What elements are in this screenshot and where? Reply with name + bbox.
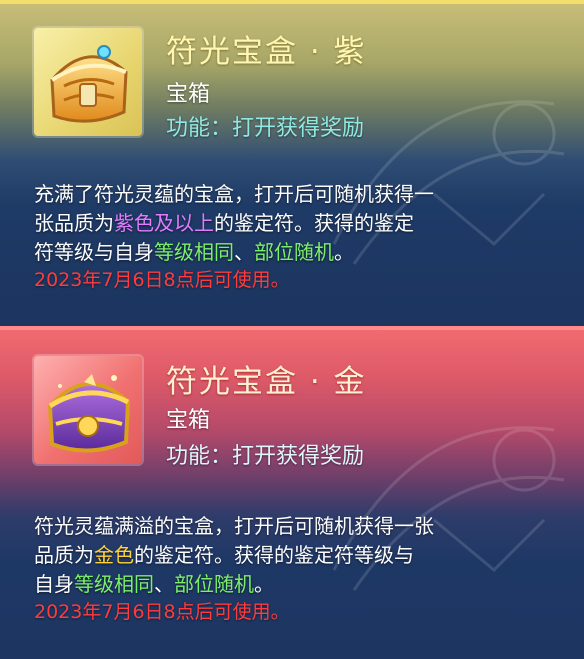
slot-highlight: 部位随机 bbox=[174, 572, 254, 596]
item-type: 宝箱 bbox=[166, 408, 211, 433]
item-icon-frame bbox=[34, 356, 142, 464]
gold-treasure-chest-icon bbox=[47, 374, 131, 453]
slot-highlight: 部位随机 bbox=[254, 240, 334, 264]
desc-text: 品质为 bbox=[34, 543, 94, 567]
desc-text: 、 bbox=[234, 240, 254, 264]
desc-text: 。 bbox=[334, 240, 354, 264]
desc-text: 张品质为 bbox=[34, 211, 114, 235]
item-icon-frame bbox=[34, 28, 142, 136]
usable-date-note: 2023年7月6日8点后可使用。 bbox=[34, 269, 290, 291]
item-description: 符光灵蕴满溢的宝盒，打开后可随机获得一张 品质为金色的鉴定符。获得的鉴定符等级与… bbox=[34, 512, 554, 625]
usable-date-note: 2023年7月6日8点后可使用。 bbox=[34, 601, 290, 623]
item-card-gold-box[interactable]: 符光宝盒 · 金 宝箱 功能：打开获得奖励 符光灵蕴满溢的宝盒，打开后可随机获得… bbox=[0, 326, 584, 659]
quality-highlight: 金色 bbox=[94, 543, 134, 567]
item-tooltip-panel: 符光宝盒 · 紫 宝箱 功能：打开获得奖励 充满了符光灵蕴的宝盒，打开后可随机获… bbox=[0, 0, 584, 659]
item-function: 功能：打开获得奖励 bbox=[166, 116, 365, 141]
item-type: 宝箱 bbox=[166, 82, 211, 107]
desc-text: 符等级与自身 bbox=[34, 240, 154, 264]
quality-highlight: 紫色及以上 bbox=[114, 211, 214, 235]
level-highlight: 等级相同 bbox=[154, 240, 234, 264]
desc-text: 的鉴定符。获得的鉴定 bbox=[214, 211, 414, 235]
purple-treasure-chest-icon bbox=[50, 45, 128, 123]
item-description: 充满了符光灵蕴的宝盒，打开后可随机获得一 张品质为紫色及以上的鉴定符。获得的鉴定… bbox=[34, 180, 554, 293]
desc-text: 的鉴定符。获得的鉴定符等级与 bbox=[134, 543, 414, 567]
desc-text: 自身 bbox=[34, 572, 74, 596]
desc-text: 、 bbox=[154, 572, 174, 596]
item-title: 符光宝盒 · 金 bbox=[166, 364, 367, 400]
item-title: 符光宝盒 · 紫 bbox=[166, 34, 367, 70]
desc-text: 充满了符光灵蕴的宝盒，打开后可随机获得一 bbox=[34, 182, 434, 206]
item-function: 功能：打开获得奖励 bbox=[166, 444, 365, 469]
item-card-purple-box[interactable]: 符光宝盒 · 紫 宝箱 功能：打开获得奖励 充满了符光灵蕴的宝盒，打开后可随机获… bbox=[0, 0, 584, 330]
desc-text: 。 bbox=[254, 572, 274, 596]
desc-text: 符光灵蕴满溢的宝盒，打开后可随机获得一张 bbox=[34, 514, 434, 538]
level-highlight: 等级相同 bbox=[74, 572, 154, 596]
